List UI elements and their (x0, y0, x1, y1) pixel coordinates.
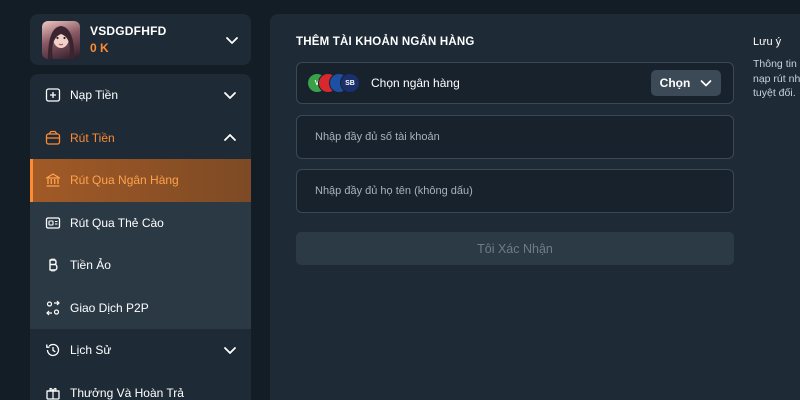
sidebar-item-bank-withdraw[interactable]: Rút Qua Ngân Hàng (30, 159, 251, 202)
sidebar-item-rewards[interactable]: Thưởng Và Hoàn Trả (30, 372, 251, 400)
chevron-down-icon (700, 80, 712, 87)
p2p-icon (44, 299, 62, 317)
note-body: Thông tin nạp rút nh tuyệt đối. (753, 57, 800, 101)
chevron-down-icon (224, 347, 236, 355)
bank-icon (44, 171, 62, 189)
sidebar-item-withdraw[interactable]: Rút Tiền (30, 117, 251, 160)
bank-select-label: Chọn ngân hàng (371, 76, 460, 90)
bank-logos: V SB (307, 71, 361, 95)
choose-bank-button[interactable]: Chọn (651, 70, 721, 96)
sidebar-item-label: Giao Dịch P2P (70, 300, 149, 315)
history-icon (44, 341, 62, 359)
user-balance: 0 K (90, 41, 109, 55)
wallet-icon (44, 129, 62, 147)
sidebar-item-crypto[interactable]: Tiền Ảo (30, 244, 251, 287)
bank-select[interactable]: V SB Chọn ngân hàng Chọn (296, 62, 734, 104)
sidebar-item-label: Rút Qua Ngân Hàng (70, 173, 179, 188)
note-line: tuyệt đối. (753, 87, 796, 99)
withdraw-submenu: Rút Qua Ngân Hàng Rút Qua Thẻ Cào Tiền Ả… (30, 159, 251, 329)
full-name-input[interactable] (315, 185, 715, 197)
note-line: Thông tin (753, 58, 797, 70)
sidebar-item-history[interactable]: Lịch Sử (30, 329, 251, 372)
full-name-field-wrapper (296, 169, 734, 213)
note-line: nạp rút nh (753, 72, 800, 85)
note-title: Lưu ý (753, 36, 782, 48)
avatar (42, 20, 80, 59)
bank-logo-sb: SB (340, 73, 360, 93)
username: VSDGDFHFD (90, 24, 167, 38)
bitcoin-icon (44, 256, 62, 274)
sidebar-item-label: Thưởng Và Hoàn Trả (70, 385, 184, 400)
sidebar-item-label: Rút Qua Thẻ Cào (70, 215, 164, 230)
account-number-field-wrapper (296, 115, 734, 159)
chevron-up-icon (224, 133, 236, 141)
page-title: THÊM TÀI KHOẢN NGÂN HÀNG (296, 36, 475, 48)
sidebar-item-label: Tiền Ảo (70, 258, 111, 273)
sidebar-item-label: Lịch Sử (70, 343, 112, 358)
card-icon (44, 214, 62, 232)
chevron-down-icon (224, 92, 236, 100)
chevron-down-icon[interactable] (225, 33, 239, 47)
main-panel: THÊM TÀI KHOẢN NGÂN HÀNG V SB Chọn ngân … (270, 14, 800, 400)
sidebar-item-p2p[interactable]: Giao Dịch P2P (30, 287, 251, 330)
account-number-input[interactable] (315, 131, 715, 143)
sidebar-item-card-withdraw[interactable]: Rút Qua Thẻ Cào (30, 202, 251, 245)
sidebar-menu: Nạp Tiền Rút Tiền Rút Qua Ngân Hàng Rút … (30, 74, 251, 400)
deposit-icon (44, 86, 62, 104)
choose-button-label: Chọn (659, 76, 691, 90)
confirm-button[interactable]: Tôi Xác Nhận (296, 232, 734, 265)
sidebar-item-label: Rút Tiền (70, 130, 115, 145)
gift-icon (44, 384, 62, 400)
sidebar-item-label: Nạp Tiền (70, 88, 119, 103)
sidebar-item-deposit[interactable]: Nạp Tiền (30, 74, 251, 117)
user-card[interactable]: VSDGDFHFD 0 K (30, 14, 251, 65)
